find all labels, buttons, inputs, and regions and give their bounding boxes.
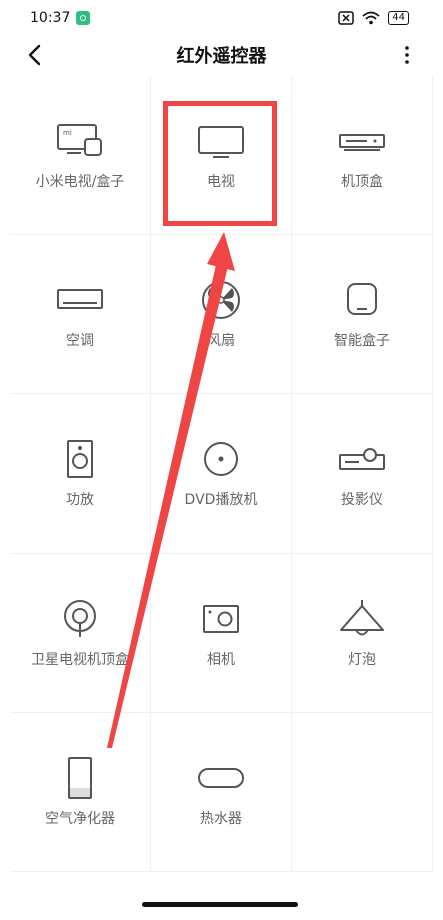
air-conditioner-icon (57, 289, 103, 310)
device-label: 空气净化器 (45, 810, 115, 827)
device-label: 智能盒子 (334, 333, 390, 350)
device-label: 卫星电视机顶盒 (31, 651, 129, 668)
mi-tv-box-icon: mi (57, 124, 102, 157)
device-label: 小米电视/盒子 (35, 174, 125, 191)
lamp-icon (340, 599, 384, 636)
device-set-top-box[interactable]: 机顶盒 (292, 76, 433, 236)
water-heater-icon (198, 767, 244, 788)
device-label: DVD播放机 (184, 492, 258, 509)
app-notification-icon (76, 11, 91, 25)
set-top-box-icon (339, 134, 385, 152)
device-label: 灯泡 (348, 651, 376, 668)
status-right: 44 (338, 11, 409, 25)
device-grid: mi 小米电视/盒子 电视 机顶盒 空调 风扇 智能盒子 功放 DVD播放机 投… (10, 76, 433, 872)
device-smart-box[interactable]: 智能盒子 (292, 235, 433, 395)
device-camera[interactable]: 相机 (151, 553, 292, 713)
device-fan[interactable]: 风扇 (151, 235, 292, 395)
device-dvd-player[interactable]: DVD播放机 (151, 394, 292, 554)
svg-text:mi: mi (63, 129, 72, 137)
device-tv[interactable]: 电视 (151, 76, 292, 236)
device-air-purifier[interactable]: 空气净化器 (10, 712, 151, 872)
projector-icon (339, 448, 385, 471)
device-label: 空调 (66, 333, 94, 350)
device-label: 风扇 (207, 333, 235, 350)
device-amplifier[interactable]: 功放 (10, 394, 151, 554)
no-sim-icon (338, 11, 355, 25)
status-time: 10:37 (30, 10, 71, 26)
device-projector[interactable]: 投影仪 (292, 394, 433, 554)
more-options-icon[interactable] (401, 43, 413, 67)
camera-icon (203, 604, 239, 633)
page-title: 红外遥控器 (176, 46, 267, 67)
empty-cell (292, 712, 433, 872)
back-arrow-icon[interactable] (24, 43, 48, 67)
device-label: 相机 (207, 651, 235, 668)
status-left: 10:37 (30, 10, 91, 26)
device-water-heater[interactable]: 热水器 (151, 712, 292, 872)
satellite-box-icon (64, 599, 96, 637)
fan-icon (202, 281, 240, 320)
device-label: 功放 (66, 492, 94, 509)
battery-indicator: 44 (388, 11, 409, 25)
device-label: 投影仪 (341, 492, 383, 509)
device-satellite-box[interactable]: 卫星电视机顶盒 (10, 553, 151, 713)
status-bar: 10:37 44 (0, 0, 443, 36)
dvd-player-icon (204, 442, 238, 477)
title-bar: 红外遥控器 (0, 36, 443, 74)
air-purifier-icon (68, 756, 92, 799)
device-label: 热水器 (200, 810, 242, 827)
device-lamp[interactable]: 灯泡 (292, 553, 433, 713)
device-label: 机顶盒 (341, 174, 383, 191)
smart-box-icon (347, 283, 377, 316)
device-label: 电视 (207, 174, 235, 191)
tv-icon (198, 126, 244, 159)
amplifier-icon (67, 440, 93, 479)
device-mi-tv-box[interactable]: mi 小米电视/盒子 (10, 76, 151, 236)
home-indicator[interactable] (142, 902, 298, 907)
wifi-icon (362, 11, 380, 25)
device-air-conditioner[interactable]: 空调 (10, 235, 151, 395)
